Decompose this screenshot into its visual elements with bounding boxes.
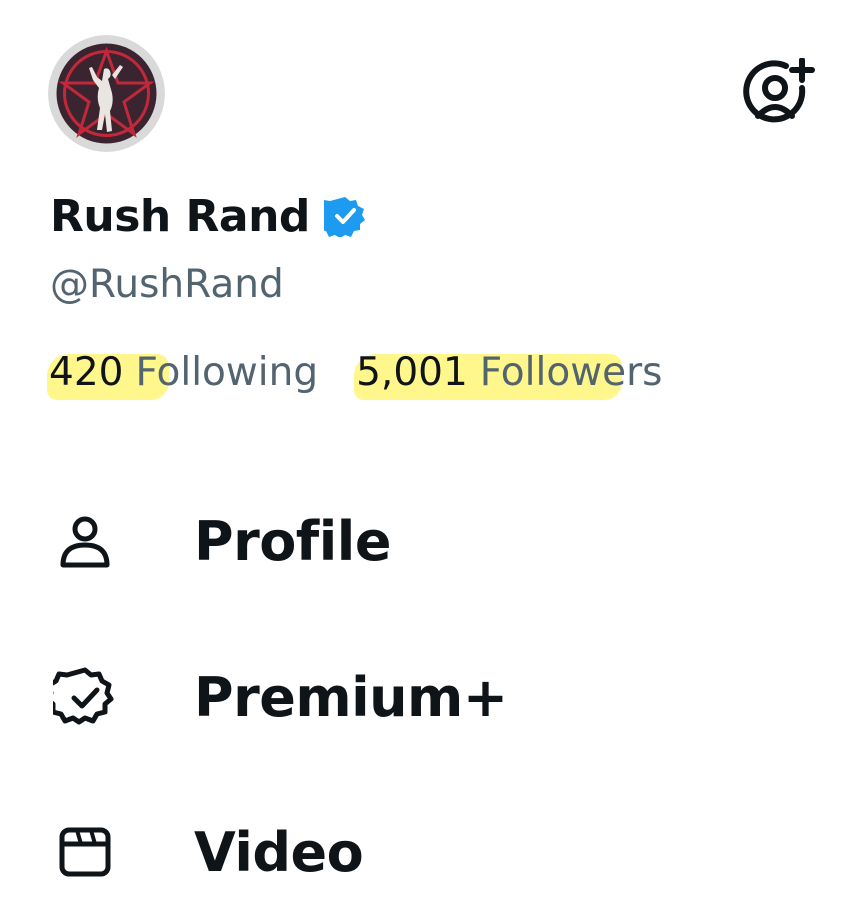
- following-count: 420: [49, 350, 124, 395]
- following-stat[interactable]: 420 Following: [47, 350, 319, 400]
- verified-badge-icon[interactable]: [314, 195, 366, 238]
- video-icon: [50, 817, 120, 887]
- followers-label: Followers: [479, 350, 663, 395]
- display-name: Rush Rand: [50, 190, 310, 242]
- menu-item-label: Premium+: [194, 665, 508, 729]
- display-name-row: Rush Rand: [50, 186, 366, 246]
- menu-item-label: Profile: [194, 509, 391, 573]
- following-label: Following: [135, 350, 319, 395]
- menu-item-premium[interactable]: Premium+: [50, 657, 508, 737]
- add-account-button[interactable]: [742, 57, 816, 132]
- add-account-icon: [743, 57, 815, 123]
- menu-item-profile[interactable]: Profile: [50, 501, 391, 581]
- followers-stat[interactable]: 5,001 Followers: [354, 350, 663, 400]
- menu-item-video[interactable]: Video: [50, 812, 364, 892]
- premium-badge-icon: [50, 662, 120, 732]
- user-handle: @RushRand: [50, 262, 284, 307]
- followers-count: 5,001: [356, 350, 468, 395]
- follow-stats: 420 Following 5,001 Followers: [47, 350, 663, 400]
- avatar[interactable]: [48, 35, 165, 152]
- starman-avatar-icon: [48, 35, 165, 152]
- person-icon: [50, 506, 120, 576]
- menu-item-label: Video: [194, 820, 364, 884]
